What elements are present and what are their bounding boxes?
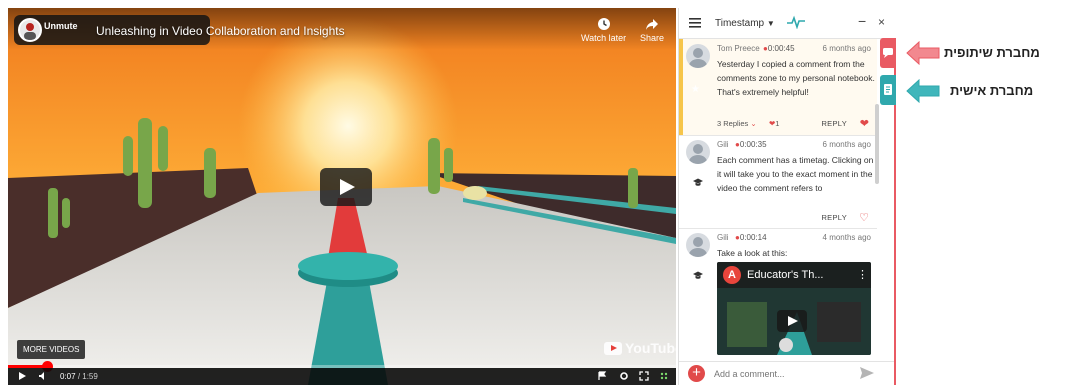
close-button[interactable]: × <box>878 15 885 29</box>
comment-composer: + <box>679 361 896 385</box>
current-time: 0:07 <box>60 372 76 381</box>
heart-filled-icon[interactable]: ❤ <box>860 117 869 130</box>
youtube-logo[interactable]: YouTube <box>604 340 676 356</box>
duration: / 1:59 <box>77 372 98 381</box>
timestamp-value[interactable]: 0:00:45 <box>768 44 795 53</box>
replies-label: 3 Replies <box>717 119 749 128</box>
comment-author: Gili <box>717 233 729 242</box>
settings-icon[interactable] <box>619 371 629 381</box>
more-videos-button[interactable]: MORE VIDEOS <box>17 340 86 359</box>
comments-panel: Timestamp ▼ − × ★ Tom Preece ●0:00:45 6 … <box>678 8 896 385</box>
comment-ago: 4 months ago <box>822 233 871 242</box>
comment-item: Gili ●0:00:14 4 months ago Take a look a… <box>679 228 877 358</box>
comment-list[interactable]: ★ Tom Preece ●0:00:45 6 months ago Yeste… <box>679 39 883 358</box>
video-player[interactable]: Unmute Unleashing in Video Collaboration… <box>8 8 676 385</box>
comment-item: ★ Tom Preece ●0:00:45 6 months ago Yeste… <box>679 39 877 135</box>
chat-bubble-icon <box>883 48 893 58</box>
share-button[interactable]: Share <box>640 17 664 43</box>
avatar <box>686 44 710 68</box>
comment-timestamp[interactable]: ●0:00:35 <box>735 140 767 149</box>
tab-personal-notebook[interactable] <box>880 75 896 105</box>
chevron-down-icon: ⌄ <box>750 119 757 128</box>
play-icon[interactable] <box>17 371 27 381</box>
more-vertical-icon[interactable]: ⋮ <box>857 268 868 281</box>
arrow-left-red-icon <box>906 41 940 65</box>
watch-later-button[interactable]: Watch later <box>581 17 626 43</box>
clock-icon <box>597 18 610 30</box>
timestamp-value[interactable]: 0:00:14 <box>740 233 767 242</box>
watch-later-label: Watch later <box>581 33 627 43</box>
avatar-icon <box>24 23 36 40</box>
time-display: 0:07 / 1:59 <box>60 372 98 381</box>
comment-item: Gili ●0:00:35 6 months ago Each comment … <box>679 135 877 227</box>
caret-down-icon: ▼ <box>766 19 775 28</box>
scrollbar[interactable] <box>875 104 879 184</box>
add-button[interactable]: + <box>688 365 705 382</box>
embedded-video-thumbnail[interactable]: A Educator's Th... ⋮ <box>717 262 871 355</box>
control-bar: 0:07 / 1:59 <box>8 368 676 385</box>
panel-header: Timestamp ▼ − × <box>679 8 896 39</box>
collaborative-notebook-label: מחברת שיתופית <box>944 45 1040 60</box>
tab-collaborative-notebook[interactable] <box>880 38 896 68</box>
replies-toggle[interactable]: 3 Replies ⌄ <box>717 119 757 128</box>
comment-ago: 6 months ago <box>822 44 871 53</box>
comment-author: Gili <box>717 140 729 149</box>
comment-timestamp[interactable]: ●0:00:14 <box>735 233 767 242</box>
share-arrow-icon <box>646 19 659 30</box>
hamburger-menu-icon[interactable] <box>689 18 701 28</box>
play-button[interactable] <box>320 168 372 206</box>
heart-outline-icon[interactable]: ♡ <box>859 211 869 224</box>
comment-timestamp[interactable]: ●0:00:45 <box>763 44 795 53</box>
sort-label: Timestamp <box>715 18 765 29</box>
location-pin-icon <box>779 338 793 352</box>
personal-notebook-label: מחברת אישית <box>950 83 1034 98</box>
pulse-icon[interactable] <box>787 15 805 29</box>
youtube-icon <box>604 341 622 355</box>
reply-button[interactable]: REPLY <box>821 119 847 128</box>
likes-count: ❤1 <box>769 119 779 128</box>
embedded-video-title: Educator's Th... <box>747 269 824 281</box>
educator-logo-icon: A <box>723 266 741 284</box>
star-icon: ★ <box>691 84 700 95</box>
graduation-cap-icon <box>693 271 703 279</box>
likes-value: 1 <box>775 119 780 128</box>
graduation-cap-icon <box>693 178 703 186</box>
flag-icon[interactable] <box>597 371 607 381</box>
minimize-button[interactable]: − <box>858 13 866 29</box>
sort-dropdown[interactable]: Timestamp ▼ <box>715 18 775 29</box>
comment-text: Yesterday I copied a comment from the co… <box>717 59 875 97</box>
arrow-left-teal-icon <box>906 79 940 103</box>
thumbnail-play-button[interactable] <box>777 310 807 332</box>
unmute-label[interactable]: Unmute <box>44 21 78 31</box>
comment-input[interactable] <box>712 365 852 383</box>
video-title[interactable]: Unleashing in Video Collaboration and In… <box>96 24 345 38</box>
note-icon <box>884 84 892 95</box>
reply-button[interactable]: REPLY <box>821 213 847 222</box>
avatar <box>686 140 710 164</box>
timestamp-value[interactable]: 0:00:35 <box>740 140 767 149</box>
send-icon[interactable] <box>860 367 874 379</box>
comment-text: Take a look at this: <box>717 248 788 258</box>
avatar <box>686 233 710 257</box>
comment-author: Tom Preece <box>717 44 760 53</box>
channel-avatar[interactable] <box>18 18 42 42</box>
fullscreen-icon[interactable] <box>639 371 649 381</box>
comment-text: Each comment has a timetag. Clicking on … <box>717 155 874 193</box>
share-label: Share <box>640 33 665 43</box>
dots-icon[interactable] <box>659 371 669 381</box>
comment-ago: 6 months ago <box>822 140 871 149</box>
volume-icon[interactable] <box>38 371 48 381</box>
youtube-label: YouTube <box>625 340 676 356</box>
